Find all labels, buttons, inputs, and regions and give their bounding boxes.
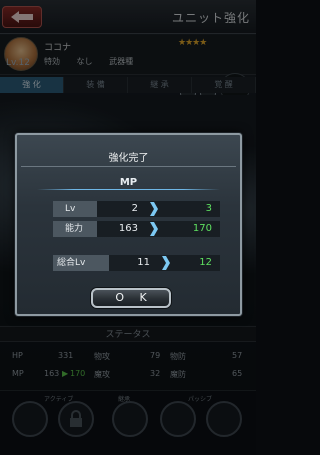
result-label: 総合Lv (53, 255, 109, 271)
stat-name: MP (119, 177, 138, 188)
title-divider (21, 166, 236, 167)
dialog-title: 強化完了 (108, 153, 149, 164)
new-value: 170 (192, 223, 212, 234)
result-label: 能力 (53, 221, 97, 237)
chevron-right-icon (162, 256, 170, 270)
result-row-ability: 能力 163 170 (53, 221, 220, 237)
new-value: 12 (199, 257, 212, 268)
stat-name-underline (37, 189, 220, 190)
result-row-lv: Lv 2 3 (53, 201, 220, 217)
old-value: 11 (137, 257, 150, 268)
result-values: 163 170 (97, 221, 220, 237)
game-screen: ユニット強化 ココナ ★★★★ Lv.12 特効 なし 武器種 強 化 装 備 … (0, 0, 256, 455)
chevron-right-icon (150, 202, 158, 216)
result-values: 2 3 (97, 201, 220, 217)
ok-button[interactable]: O K (91, 288, 171, 308)
result-row-total-lv: 総合Lv 11 12 (53, 255, 220, 271)
old-value: 163 (118, 223, 138, 234)
new-value: 3 (205, 203, 212, 214)
result-values: 11 12 (109, 255, 220, 271)
old-value: 2 (131, 203, 138, 214)
result-label: Lv (53, 201, 97, 217)
chevron-right-icon (150, 222, 158, 236)
enhance-complete-dialog: 強化完了 MP Lv 2 3 能力 163 170 総合Lv 11 12 O K (15, 133, 242, 316)
